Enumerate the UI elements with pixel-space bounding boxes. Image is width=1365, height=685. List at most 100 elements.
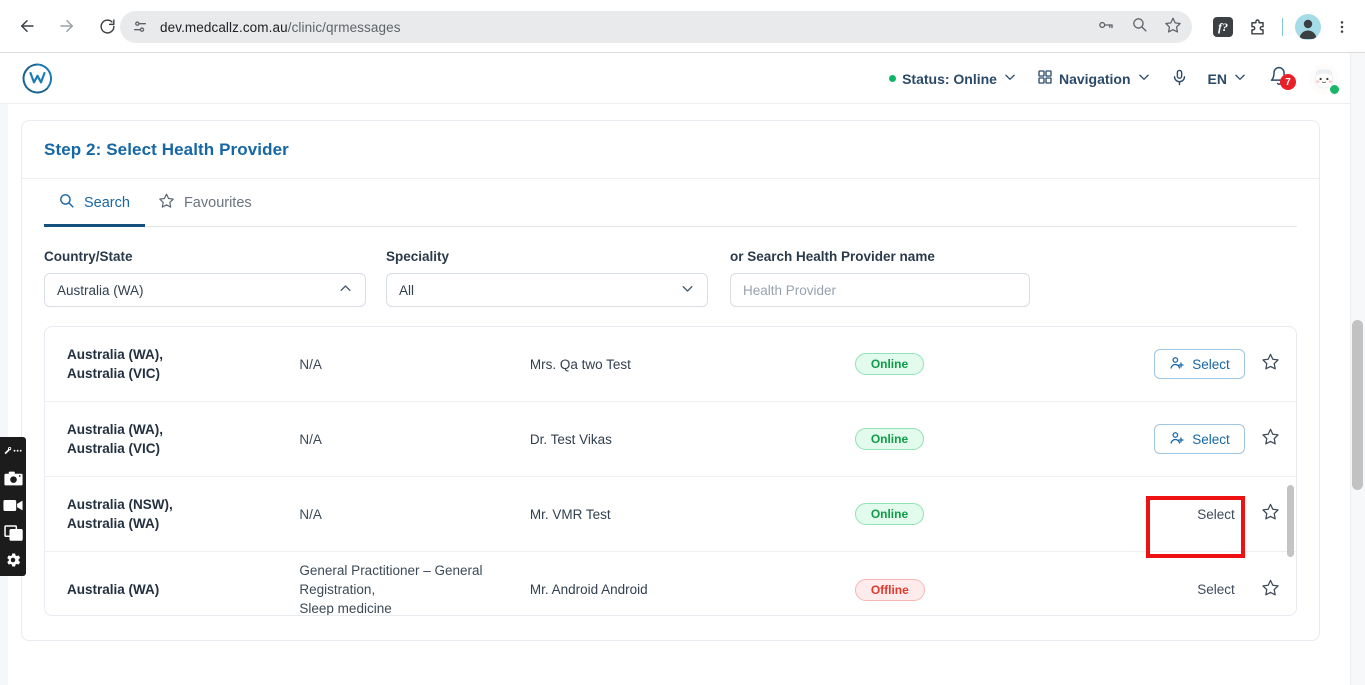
microphone-button[interactable]: [1161, 53, 1198, 104]
row-speciality-line2: Registration,: [299, 582, 376, 597]
user-add-icon: [1169, 355, 1185, 374]
search-icon: [58, 192, 75, 213]
video-icon[interactable]: [1, 495, 25, 516]
status-badge: Online: [854, 503, 925, 525]
select-button[interactable]: Select: [1154, 424, 1245, 454]
pen-icon[interactable]: [1, 441, 25, 462]
star-icon: [1261, 427, 1280, 451]
tab-favourites[interactable]: Favourites: [144, 179, 266, 226]
speciality-select[interactable]: All: [386, 273, 708, 307]
extensions-puzzle-icon[interactable]: [1242, 12, 1272, 42]
row-action: Select: [1068, 576, 1245, 603]
speciality-label: Speciality: [386, 249, 450, 264]
row-action: Select: [1068, 501, 1245, 528]
status-badge: Online: [854, 353, 925, 375]
row-speciality: General Practitioner – General Registrat…: [299, 561, 529, 615]
active-tab-indicator: [44, 224, 145, 227]
country-state-label: Country/State: [44, 249, 133, 264]
browser-toolbar: dev.medcallz.com.au/clinic/qrmessages f?: [0, 0, 1365, 53]
microphone-icon: [1171, 69, 1188, 89]
chevron-down-icon: [1137, 70, 1151, 87]
page-scrollbar-thumb[interactable]: [1352, 320, 1363, 490]
url-path: /clinic/qrmessages: [287, 19, 401, 35]
select-button[interactable]: Select: [1187, 576, 1245, 603]
window-icon[interactable]: [1, 522, 25, 543]
row-region: Australia (WA), Australia (VIC): [67, 420, 299, 458]
star-icon: [1261, 578, 1280, 602]
gear-icon[interactable]: [1, 549, 25, 570]
grid-icon: [1037, 69, 1053, 88]
row-region: Australia (NSW), Australia (WA): [67, 495, 299, 533]
medcallz-logo-icon[interactable]: [22, 63, 53, 99]
table-row[interactable]: Australia (WA), Australia (VIC) N/A Mrs.…: [45, 327, 1296, 402]
star-icon: [1261, 502, 1280, 526]
star-icon: [1261, 352, 1280, 376]
site-settings-icon[interactable]: [132, 19, 148, 35]
row-region-line2: Australia (VIC): [67, 366, 161, 381]
select-button-label: Select: [1192, 431, 1230, 447]
provider-search-input-wrap[interactable]: Health Provider: [730, 273, 1030, 307]
password-key-icon[interactable]: [1097, 16, 1115, 39]
row-region-line1: Australia (NSW),: [67, 497, 173, 512]
row-region-line2: Australia (WA): [67, 516, 160, 531]
extension-fontninja-icon[interactable]: f?: [1208, 12, 1238, 42]
search-input[interactable]: Health Provider: [743, 283, 836, 298]
row-speciality: N/A: [299, 431, 322, 447]
list-scrollbar[interactable]: [1287, 327, 1294, 615]
row-region: Australia (WA), Australia (VIC): [67, 345, 299, 383]
row-action: Select: [1068, 349, 1245, 379]
card-header: Step 2: Select Health Provider: [22, 121, 1319, 179]
user-avatar[interactable]: [1309, 63, 1340, 95]
select-health-provider-card: Step 2: Select Health Provider Search Fa…: [21, 120, 1320, 641]
notifications-button[interactable]: 7: [1257, 66, 1301, 91]
row-region-line2: Australia (VIC): [67, 441, 161, 456]
table-row[interactable]: Australia (NSW), Australia (WA) N/A Mr. …: [45, 477, 1296, 552]
row-speciality: N/A: [299, 356, 322, 372]
row-provider-name: Mrs. Qa two Test: [529, 356, 631, 372]
provider-list: Australia (WA), Australia (VIC) N/A Mrs.…: [44, 326, 1297, 616]
tab-search[interactable]: Search: [44, 179, 144, 226]
country-state-field: Country/State Australia (WA): [44, 249, 366, 307]
address-bar[interactable]: dev.medcallz.com.au/clinic/qrmessages: [120, 11, 1192, 43]
provider-search-field: or Search Health Provider name Health Pr…: [730, 249, 1030, 307]
user-add-icon: [1169, 430, 1185, 449]
speciality-field: Speciality All: [386, 249, 708, 307]
table-row[interactable]: Australia (WA) General Practitioner – Ge…: [45, 552, 1296, 615]
status-badge: Offline: [854, 578, 925, 601]
status-label: Status: Online: [902, 70, 997, 87]
reload-button[interactable]: [92, 11, 122, 41]
country-state-select[interactable]: Australia (WA): [44, 273, 366, 307]
status-selector[interactable]: Status: Online: [879, 53, 1027, 104]
page-left-strip: [0, 104, 8, 685]
row-provider-name: Mr. VMR Test: [529, 506, 611, 522]
back-button[interactable]: [12, 11, 42, 41]
provider-list-inner: Australia (WA), Australia (VIC) N/A Mrs.…: [45, 327, 1296, 615]
select-button-label: Select: [1192, 356, 1230, 372]
select-button[interactable]: Select: [1154, 349, 1245, 379]
language-selector[interactable]: EN: [1198, 53, 1257, 104]
status-badge: Online: [854, 428, 925, 450]
screen-recorder-dock: [0, 437, 26, 576]
language-label: EN: [1207, 70, 1227, 87]
select-button[interactable]: Select: [1187, 501, 1245, 528]
browser-profile-avatar[interactable]: [1293, 12, 1323, 42]
table-row[interactable]: Australia (WA), Australia (VIC) N/A Dr. …: [45, 402, 1296, 477]
bookmark-star-icon[interactable]: [1164, 16, 1182, 39]
forward-button[interactable]: [52, 11, 82, 41]
list-scrollbar-thumb[interactable]: [1287, 485, 1294, 557]
chrome-menu-icon[interactable]: [1327, 12, 1357, 42]
navigation-menu[interactable]: Navigation: [1027, 53, 1161, 104]
search-icon[interactable]: [1131, 16, 1148, 38]
omnibox-actions: [1097, 11, 1182, 43]
url-text: dev.medcallz.com.au/clinic/qrmessages: [160, 20, 401, 35]
row-action: Select: [1068, 424, 1245, 454]
chevron-up-icon: [338, 281, 353, 299]
camera-icon[interactable]: [1, 468, 25, 489]
row-provider-name: Mr. Android Android: [529, 582, 648, 597]
header-actions: Status: Online Navigation EN 7: [879, 53, 1340, 104]
chevron-down-icon: [680, 281, 695, 299]
country-state-value: Australia (WA): [57, 282, 144, 298]
row-speciality: N/A: [299, 506, 322, 522]
star-icon: [158, 192, 175, 213]
page-scrollbar[interactable]: [1350, 53, 1365, 685]
